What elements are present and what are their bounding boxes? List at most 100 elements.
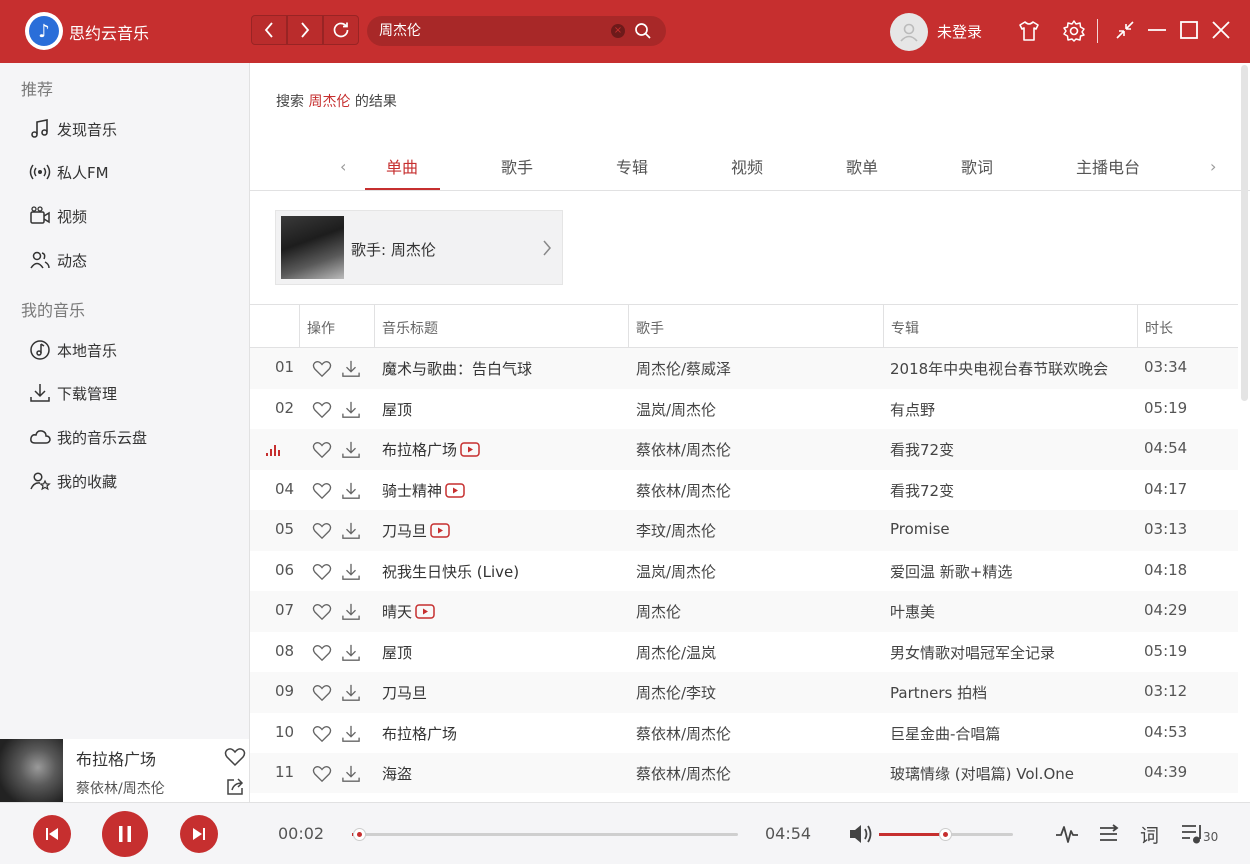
like-heart-icon[interactable] — [312, 482, 332, 504]
mv-icon[interactable] — [457, 441, 480, 459]
back-button[interactable] — [251, 15, 287, 45]
avatar[interactable] — [890, 13, 928, 51]
song-album[interactable]: Promise — [890, 520, 950, 538]
song-album[interactable]: 有点野 — [890, 399, 935, 420]
like-heart-icon[interactable] — [312, 603, 332, 625]
tabs-next-icon[interactable]: › — [1210, 157, 1216, 176]
song-title[interactable]: 刀马旦 — [382, 684, 427, 702]
scrollbar[interactable] — [1240, 63, 1250, 403]
like-heart-icon[interactable] — [312, 522, 332, 544]
song-album[interactable]: 2018年中央电视台春节联欢晚会 — [890, 358, 1108, 379]
song-title-cell[interactable]: 刀马旦 — [382, 682, 427, 703]
table-row[interactable]: 02 屋顶 温岚/周杰伦 有点野 05:19 — [250, 388, 1238, 429]
song-artist[interactable]: 温岚/周杰伦 — [636, 561, 716, 582]
song-title-cell[interactable]: 屋顶 — [382, 642, 412, 663]
download-song-icon[interactable] — [341, 441, 361, 463]
download-song-icon[interactable] — [341, 644, 361, 666]
like-heart-icon[interactable] — [312, 684, 332, 706]
download-song-icon[interactable] — [341, 603, 361, 625]
table-row[interactable]: 06 祝我生日快乐 (Live) 温岚/周杰伦 爱回温 新歌+精选 04:18 — [250, 550, 1238, 591]
singer-card[interactable]: 歌手: 周杰伦 — [275, 210, 563, 285]
song-title[interactable]: 布拉格广场 — [382, 441, 457, 459]
song-artist[interactable]: 周杰伦/李玟 — [636, 682, 716, 703]
sidebar-item-local-music[interactable]: 本地音乐 — [29, 336, 239, 364]
song-title-cell[interactable]: 骑士精神 — [382, 480, 465, 501]
volume-icon[interactable] — [848, 823, 874, 845]
scrollbar-thumb[interactable] — [1241, 65, 1248, 401]
refresh-button[interactable] — [323, 15, 359, 45]
header-duration[interactable]: 时长 — [1145, 318, 1173, 338]
like-heart-icon[interactable] — [312, 563, 332, 585]
download-song-icon[interactable] — [341, 360, 361, 382]
share-icon[interactable] — [226, 778, 244, 796]
song-title-cell[interactable]: 布拉格广场 — [382, 439, 480, 460]
header-title[interactable]: 音乐标题 — [382, 318, 438, 338]
download-song-icon[interactable] — [341, 725, 361, 747]
now-playing-title[interactable]: 布拉格广场 — [76, 746, 156, 770]
table-row[interactable]: 布拉格广场 蔡依林/周杰伦 看我72变 04:54 — [250, 429, 1238, 470]
song-artist[interactable]: 温岚/周杰伦 — [636, 399, 716, 420]
progress-bar[interactable] — [352, 828, 738, 841]
song-artist[interactable]: 蔡依林/周杰伦 — [636, 763, 731, 784]
song-title[interactable]: 海盗 — [382, 765, 412, 783]
mv-icon[interactable] — [442, 482, 465, 500]
mv-icon[interactable] — [427, 522, 450, 540]
like-heart-icon[interactable] — [312, 360, 332, 382]
like-heart-icon[interactable] — [312, 725, 332, 747]
volume-handle[interactable] — [939, 828, 952, 841]
song-album[interactable]: Partners 拍档 — [890, 682, 987, 703]
sound-effect-icon[interactable] — [1055, 822, 1079, 846]
skin-icon[interactable] — [1017, 19, 1041, 43]
gear-icon[interactable] — [1062, 19, 1086, 43]
header-artist[interactable]: 歌手 — [636, 318, 664, 338]
song-artist[interactable]: 蔡依林/周杰伦 — [636, 723, 731, 744]
table-row[interactable]: 07 晴天 周杰伦 叶惠美 04:29 — [250, 591, 1238, 632]
song-album[interactable]: 叶惠美 — [890, 601, 935, 622]
song-album[interactable]: 男女情歌对唱冠军全记录 — [890, 642, 1055, 663]
song-title-cell[interactable]: 屋顶 — [382, 399, 412, 420]
tab-radio[interactable]: 主播电台 — [1076, 154, 1140, 178]
song-album[interactable]: 看我72变 — [890, 480, 954, 501]
song-title[interactable]: 屋顶 — [382, 401, 412, 419]
song-title[interactable]: 屋顶 — [382, 644, 412, 662]
song-artist[interactable]: 周杰伦 — [636, 601, 681, 622]
table-row[interactable]: 05 刀马旦 李玟/周杰伦 Promise 03:13 — [250, 510, 1238, 551]
table-row[interactable]: 11 海盗 蔡依林/周杰伦 玻璃情缘 (对唱篇) Vol.One 04:39 — [250, 753, 1238, 793]
download-song-icon[interactable] — [341, 563, 361, 585]
download-song-icon[interactable] — [341, 482, 361, 504]
download-song-icon[interactable] — [341, 522, 361, 544]
tab-albums[interactable]: 专辑 — [616, 154, 648, 178]
play-mode-icon[interactable] — [1097, 822, 1121, 846]
now-playing-artist[interactable]: 蔡依林/周杰伦 — [76, 778, 165, 798]
like-heart-icon[interactable] — [312, 441, 332, 463]
tabs-prev-icon[interactable]: ‹ — [340, 157, 346, 176]
like-heart-icon[interactable] — [312, 401, 332, 423]
now-playing-cover[interactable] — [0, 739, 63, 802]
song-album[interactable]: 爱回温 新歌+精选 — [890, 561, 1012, 582]
previous-button[interactable] — [33, 815, 71, 853]
sidebar-item-discover[interactable]: 发现音乐 — [29, 115, 239, 143]
song-artist[interactable]: 周杰伦/蔡威泽 — [636, 358, 731, 379]
sidebar-item-downloads[interactable]: 下载管理 — [29, 379, 239, 407]
table-row[interactable]: 04 骑士精神 蔡依林/周杰伦 看我72变 04:17 — [250, 469, 1238, 510]
song-title[interactable]: 晴天 — [382, 603, 412, 621]
song-album[interactable]: 看我72变 — [890, 439, 954, 460]
forward-button[interactable] — [287, 15, 323, 45]
song-title-cell[interactable]: 海盗 — [382, 763, 412, 784]
lyrics-button[interactable]: 词 — [1140, 821, 1159, 848]
song-album[interactable]: 巨星金曲-合唱篇 — [890, 723, 1000, 744]
song-title[interactable]: 布拉格广场 — [382, 725, 457, 743]
table-row[interactable]: 08 屋顶 周杰伦/温岚 男女情歌对唱冠军全记录 05:19 — [250, 631, 1238, 672]
maximize-icon[interactable] — [1178, 19, 1200, 41]
song-artist[interactable]: 蔡依林/周杰伦 — [636, 480, 731, 501]
volume-slider[interactable] — [879, 828, 1013, 841]
table-row[interactable]: 10 布拉格广场 蔡依林/周杰伦 巨星金曲-合唱篇 04:53 — [250, 712, 1238, 753]
mini-mode-icon[interactable] — [1114, 19, 1136, 41]
song-title-cell[interactable]: 布拉格广场 — [382, 723, 457, 744]
search-icon[interactable] — [634, 22, 652, 40]
minimize-icon[interactable] — [1146, 19, 1168, 41]
song-title-cell[interactable]: 魔术与歌曲：告白气球 — [382, 358, 532, 379]
sidebar-item-cloud[interactable]: 我的音乐云盘 — [29, 423, 239, 451]
like-heart-icon[interactable] — [312, 644, 332, 666]
tab-artists[interactable]: 歌手 — [501, 154, 533, 178]
